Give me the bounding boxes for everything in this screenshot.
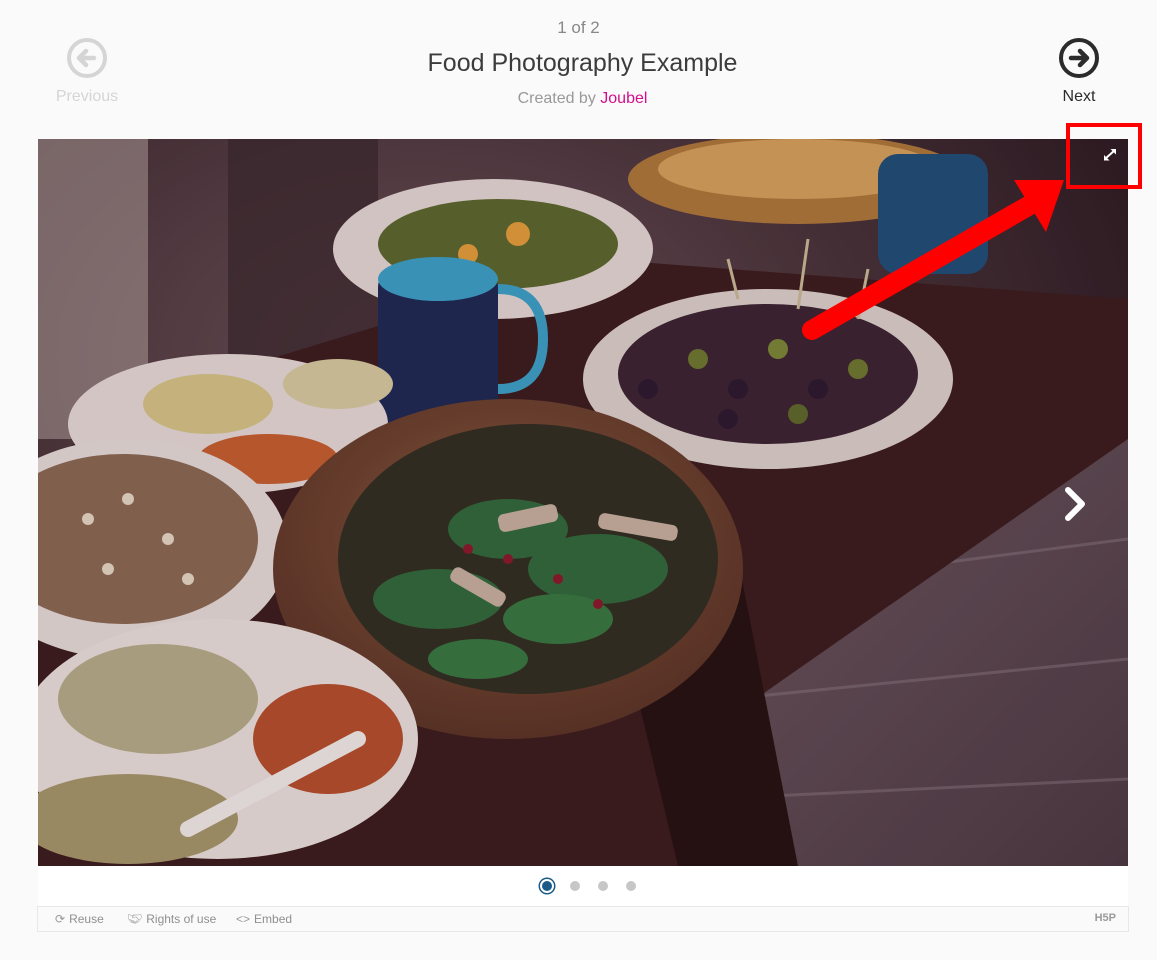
slide-dot-4[interactable]: [626, 881, 636, 891]
rights-label: Rights of use: [146, 912, 217, 926]
slide-dot-3[interactable]: [598, 881, 608, 891]
reuse-label: Reuse: [69, 912, 104, 926]
next-button[interactable]: Next: [1029, 37, 1129, 106]
slide-image: [38, 139, 1128, 866]
slide-dot-2[interactable]: [570, 881, 580, 891]
chevron-right-icon: [1065, 487, 1085, 521]
code-icon: <>: [236, 912, 251, 926]
arrow-left-circle-icon: [37, 37, 137, 84]
h5p-footer: ⟳ Reuse 🤝︎ Rights of use <> Embed H5P: [37, 906, 1129, 932]
embed-label: Embed: [254, 912, 293, 926]
embed-button[interactable]: <> Embed: [236, 912, 292, 926]
byline-prefix: Created by: [517, 90, 596, 107]
slide-next-button[interactable]: [1060, 484, 1090, 524]
arrow-right-circle-icon: [1029, 37, 1129, 84]
refresh-icon: ⟳: [55, 912, 66, 926]
annotation-highlight-box: [1066, 123, 1142, 189]
slide-dots: [38, 866, 1128, 906]
slide-counter: 1 of 2: [557, 18, 600, 37]
h5p-logo[interactable]: H5P: [1095, 912, 1116, 924]
rights-of-use-button[interactable]: 🤝︎ Rights of use: [127, 912, 216, 926]
food-photo: [38, 139, 1128, 866]
next-label: Next: [1062, 88, 1096, 105]
previous-label: Previous: [55, 88, 119, 105]
page-title: Food Photography Example: [427, 49, 738, 77]
image-slider-page: 1 of 2 Food Photography Example Created …: [0, 0, 1157, 960]
reuse-button[interactable]: ⟳ Reuse: [55, 912, 104, 926]
byline: Created by Joubel: [0, 90, 1157, 108]
slide-dot-1[interactable]: [542, 881, 552, 891]
handshake-icon: 🤝︎: [127, 912, 143, 926]
previous-button[interactable]: Previous: [37, 37, 137, 106]
author-link[interactable]: Joubel: [600, 90, 647, 107]
